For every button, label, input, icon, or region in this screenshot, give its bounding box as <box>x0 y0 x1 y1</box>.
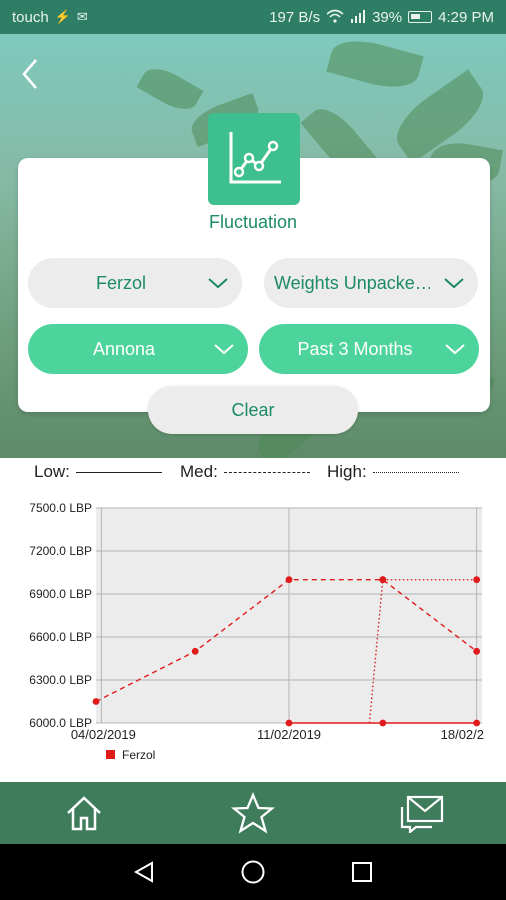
y-tick-label: 7500.0 LBP <box>29 501 92 515</box>
status-bar: touch ⚡ ✉ 197 B/s 39% 4:29 PM <box>0 0 506 34</box>
data-point <box>473 576 481 584</box>
price-chart: 7500.0 LBP 7200.0 LBP 6900.0 LBP 6600.0 LBP… <box>29 501 484 762</box>
y-tick-label: 7200.0 LBP <box>29 544 92 558</box>
battery-percent: 39% <box>372 8 403 26</box>
package-dropdown[interactable]: Weights Unpacke… <box>264 258 478 308</box>
data-point <box>379 576 387 584</box>
usb-icon: ⚡ <box>54 9 71 24</box>
line-style-legend: Low: Med: High: <box>0 458 506 486</box>
solid-line-swatch <box>75 471 162 473</box>
product-dropdown[interactable]: Ferzol <box>28 258 242 308</box>
y-tick-label: 6600.0 LBP <box>29 630 92 644</box>
legend-low: Low: <box>34 462 162 482</box>
wifi-icon <box>326 9 344 26</box>
x-tick-label: 04/02/2019 <box>71 727 136 742</box>
data-point <box>191 647 199 655</box>
legend-label-ferzol: Ferzol <box>122 748 155 762</box>
x-tick-label: 11/02/2019 <box>257 727 321 742</box>
data-point <box>473 719 481 727</box>
clear-button[interactable]: Clear <box>148 386 358 434</box>
chevron-down-icon <box>194 277 242 289</box>
system-home-button[interactable] <box>233 852 273 892</box>
legend-high: High: <box>327 462 459 482</box>
data-point <box>285 576 293 584</box>
legend-swatch-ferzol <box>106 750 115 759</box>
legend-low-label: Low: <box>34 462 70 481</box>
product-dropdown-value: Ferzol <box>95 272 146 293</box>
network-speed: 197 B/s <box>269 8 321 26</box>
chevron-down-icon <box>430 277 478 289</box>
home-icon <box>67 796 102 831</box>
data-point <box>285 719 293 727</box>
back-button[interactable] <box>18 56 48 92</box>
data-point <box>379 719 387 727</box>
legend-high-label: High: <box>327 462 367 481</box>
mail-icon: ✉ <box>76 9 88 24</box>
fluctuation-logo <box>208 113 300 205</box>
bottom-nav <box>0 782 506 844</box>
nav-favorites-button[interactable] <box>223 788 283 838</box>
period-dropdown[interactable]: Past 3 Months <box>259 324 479 374</box>
messages-icon <box>400 795 443 833</box>
system-back-button[interactable] <box>124 852 164 892</box>
chevron-down-icon <box>200 343 248 355</box>
y-tick-label: 6900.0 LBP <box>29 587 92 601</box>
line-chart-icon <box>229 132 281 184</box>
period-dropdown-value: Past 3 Months <box>297 338 413 359</box>
nav-home-button[interactable] <box>54 788 114 838</box>
legend-med-label: Med: <box>180 462 218 481</box>
star-icon <box>230 792 275 834</box>
package-dropdown-value: Weights Unpacke… <box>274 272 430 293</box>
chevron-down-icon <box>431 343 479 355</box>
crop-dropdown-value: Annona <box>92 338 156 359</box>
x-tick-label: 18/02/2 <box>441 727 484 742</box>
dashed-line-swatch <box>223 471 310 473</box>
y-tick-label: 6300.0 LBP <box>29 673 92 687</box>
chevron-left-icon <box>22 59 37 89</box>
battery-icon <box>408 11 433 23</box>
system-recents-button[interactable] <box>342 852 382 892</box>
recents-icon <box>351 862 372 882</box>
carrier-label: touch <box>12 8 49 26</box>
system-nav-bar <box>0 844 506 900</box>
data-point <box>473 647 481 655</box>
nav-messages-button[interactable] <box>392 788 452 838</box>
home-circle-icon <box>241 860 265 884</box>
data-point <box>92 698 100 705</box>
back-icon <box>134 861 154 883</box>
legend-med: Med: <box>180 462 310 482</box>
clock: 4:29 PM <box>438 8 494 26</box>
crop-dropdown[interactable]: Annona <box>28 324 248 374</box>
dotted-line-swatch <box>372 471 459 473</box>
signal-icon <box>350 9 366 26</box>
card-title: Fluctuation <box>208 212 298 232</box>
